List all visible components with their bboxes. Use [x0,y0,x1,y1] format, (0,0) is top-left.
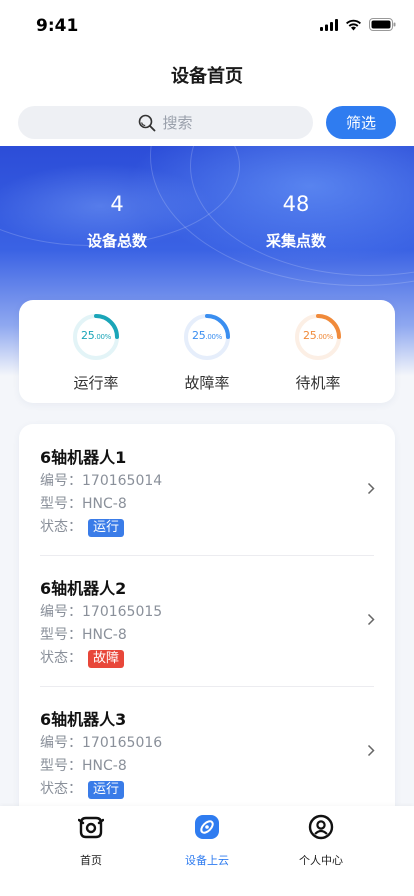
status-badge: 故障 [88,650,125,668]
stat-value: 48 [282,192,310,216]
nav-header: 设备首页 [0,50,414,100]
device-status: 状态： 故障 [40,647,125,668]
ring-value: 25.00% [303,329,333,342]
status-time: 9:41 [36,16,79,36]
signal-icon [320,18,338,31]
device-name: 6轴机器人2 [40,579,127,598]
device-model: 型号：HNC-8 [40,758,127,774]
device-name: 6轴机器人3 [40,710,127,729]
status-icons [320,18,396,31]
device-status: 状态： 运行 [40,516,125,537]
stat-collection-points: 48 采集点数 [226,192,366,251]
rate-label: 待机率 [295,374,341,392]
page-title: 设备首页 [171,66,243,87]
chevron-right-icon [367,744,375,757]
device-status: 状态： 运行 [40,778,125,799]
progress-ring: 25.00% [182,312,232,362]
device-item[interactable]: 6轴机器人1 编号：170165014 型号：HNC-8 状态： 运行 [19,424,395,554]
stat-label: 采集点数 [265,232,326,250]
status-bar: 9:41 [0,0,414,50]
ring-value: 25.00% [81,329,111,342]
tab-device-cloud[interactable]: 设备上云 [147,814,267,868]
rate-label: 故障率 [184,374,230,392]
ring-value: 25.00% [192,329,222,342]
tab-label: 个人中心 [299,854,343,867]
stat-device-total: 4 设备总数 [47,192,187,251]
device-item[interactable]: 6轴机器人3 编号：170165016 型号：HNC-8 状态： 运行 [19,686,395,816]
battery-icon [369,18,396,31]
rate-card: 25.00% 运行率 25.00% 故障率 25.00% 待机率 [19,300,395,403]
tab-bar: 首页 设备上云 个人中心 [0,806,414,896]
tab-profile[interactable]: 个人中心 [261,814,381,868]
rate-standby: 25.00% 待机率 [268,312,368,393]
filter-button[interactable]: 筛选 [326,106,396,139]
chevron-right-icon [367,613,375,626]
tab-label: 首页 [80,854,102,867]
device-model: 型号：HNC-8 [40,627,127,643]
wifi-icon [346,19,361,30]
search-row: 搜索 筛选 [0,100,414,146]
device-number: 编号：170165015 [40,604,163,620]
device-model: 型号：HNC-8 [40,496,127,512]
search-placeholder: 搜索 [162,114,193,132]
progress-ring: 25.00% [293,312,343,362]
chevron-right-icon [367,482,375,495]
search-input[interactable]: 搜索 [18,106,313,139]
status-badge: 运行 [88,781,125,799]
device-item[interactable]: 6轴机器人2 编号：170165015 型号：HNC-8 状态： 故障 [19,555,395,685]
home-camera-icon [77,816,105,839]
rate-fault: 25.00% 故障率 [157,312,257,393]
progress-ring: 25.00% [71,312,121,362]
stat-value: 4 [110,192,124,216]
rate-label: 运行率 [73,374,119,392]
cloud-device-icon [195,815,219,839]
device-name: 6轴机器人1 [40,448,127,467]
tab-label: 设备上云 [185,854,229,867]
status-badge: 运行 [88,519,125,537]
device-list: 6轴机器人1 编号：170165014 型号：HNC-8 状态： 运行 6轴机器人… [19,424,395,824]
rate-running: 25.00% 运行率 [46,312,146,393]
stat-label: 设备总数 [86,232,147,250]
user-icon [308,814,334,840]
device-number: 编号：170165016 [40,735,163,751]
tab-home[interactable]: 首页 [31,814,151,868]
search-icon [139,114,156,131]
device-number: 编号：170165014 [40,473,163,489]
